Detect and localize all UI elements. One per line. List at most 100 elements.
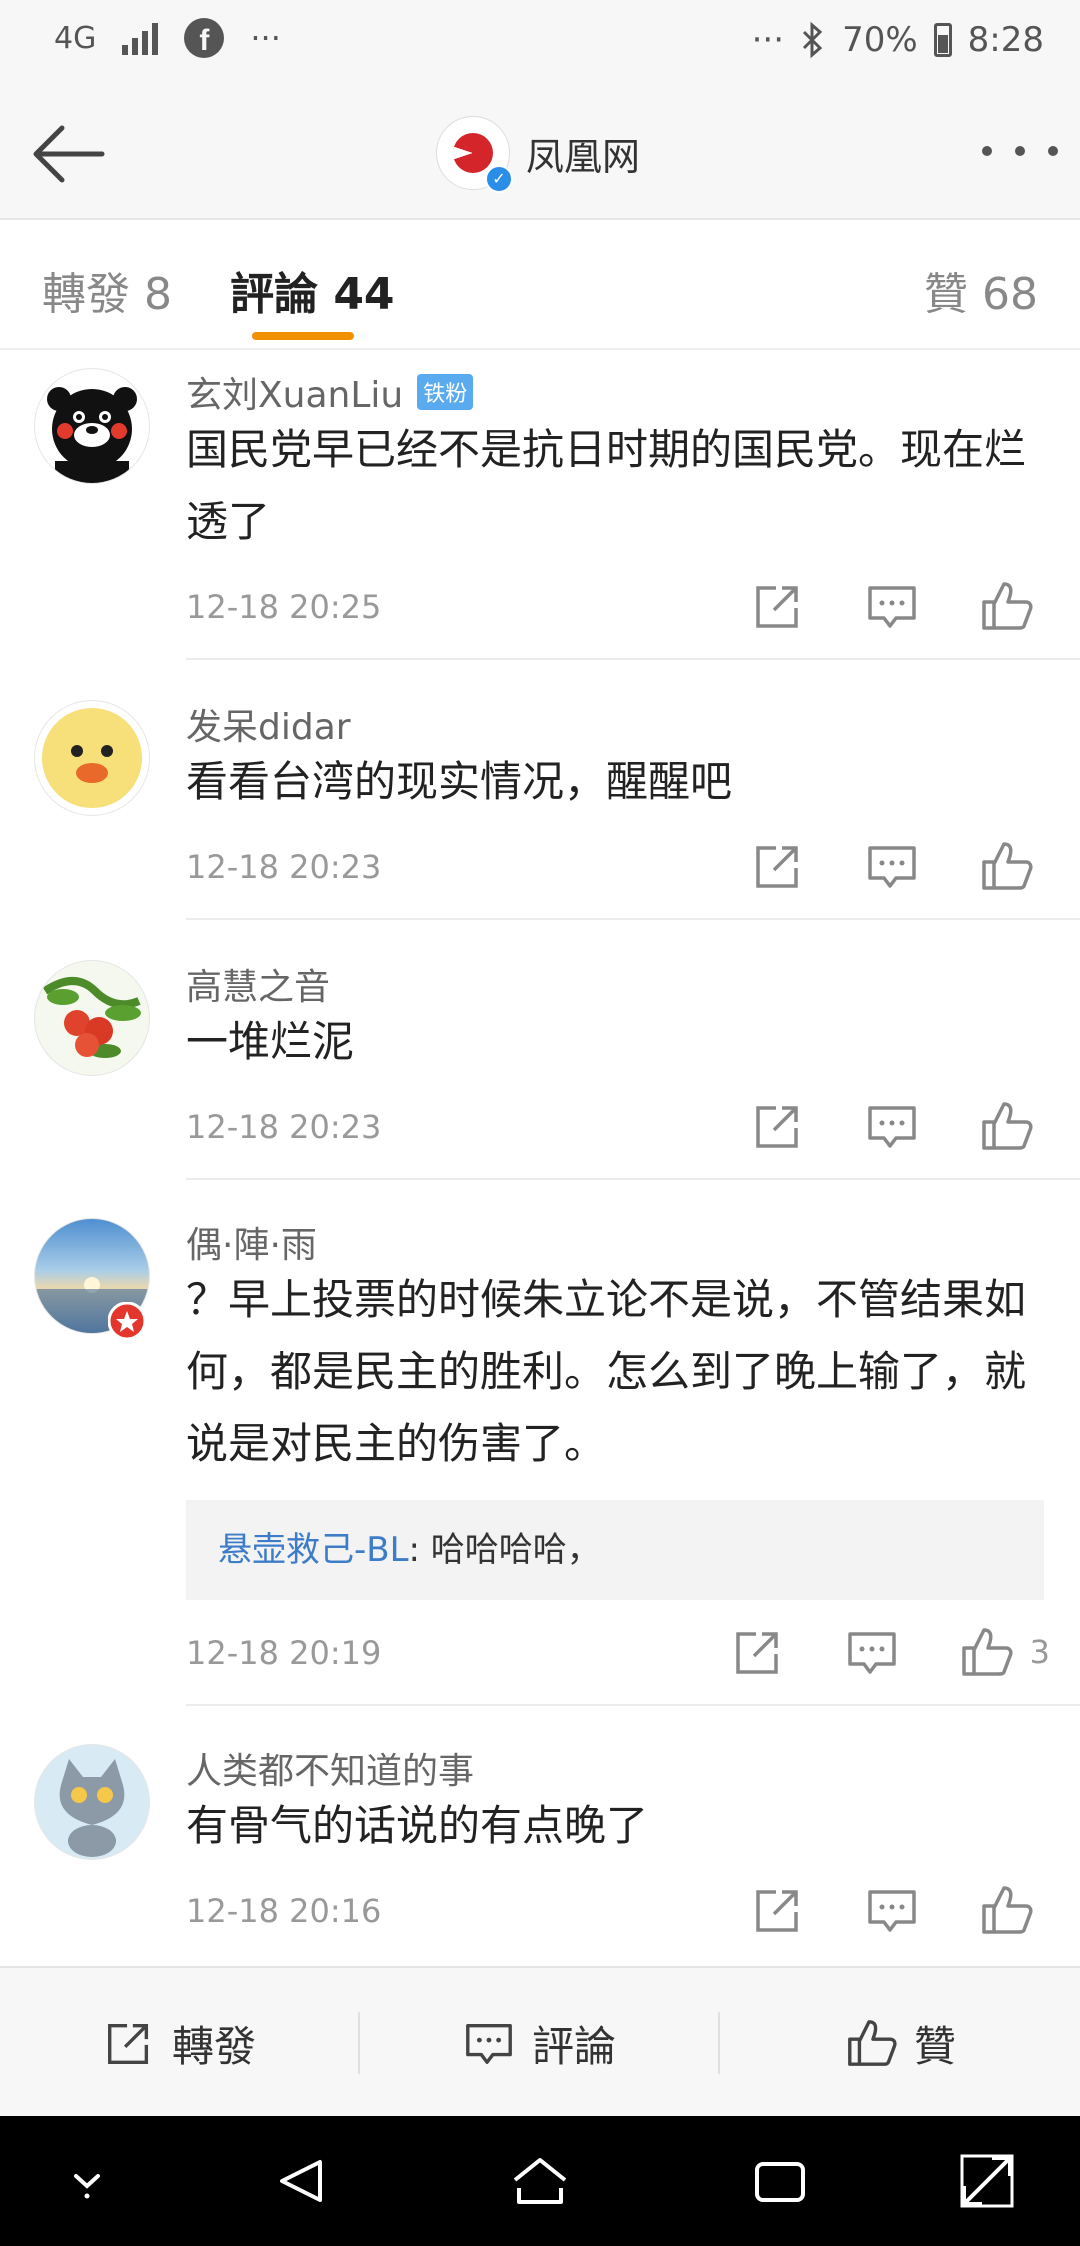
tab-reposts[interactable]: 轉發 8 xyxy=(42,258,172,322)
more-dot-icon xyxy=(1048,146,1058,156)
share-icon[interactable] xyxy=(750,1882,806,1938)
share-icon[interactable] xyxy=(750,578,806,634)
username-text[interactable]: 偶·陣·雨 xyxy=(186,1216,317,1268)
thumbs-up-icon xyxy=(982,842,1033,890)
tomato-plant-avatar-icon xyxy=(42,977,141,1058)
repost-button[interactable]: 轉發 xyxy=(0,1968,358,2118)
like-button[interactable] xyxy=(978,838,1050,894)
comment-text: ？早上投票的时候朱立论不是说，不管结果如何，都是民主的胜利。怎么到了晚上输了，就… xyxy=(186,1275,1027,1468)
thumbs-up-icon xyxy=(982,1102,1033,1150)
comment-icon[interactable] xyxy=(864,1882,920,1938)
user-badge-icon xyxy=(108,1302,146,1340)
comment-username[interactable]: 人类都不知道的事 xyxy=(186,1742,474,1794)
thumbs-up-icon xyxy=(848,2020,897,2066)
facebook-icon: f xyxy=(184,18,225,58)
reply-preview[interactable]: 悬壶救己-BL: 哈哈哈哈， xyxy=(186,1500,1044,1600)
like-button[interactable] xyxy=(978,1098,1050,1154)
4g-icon: 4G xyxy=(54,20,97,56)
username-text[interactable]: 发呆didar xyxy=(186,698,351,750)
more-status-icon: ··· xyxy=(751,20,785,60)
recent-apps-icon[interactable] xyxy=(745,2146,815,2216)
comment-icon[interactable] xyxy=(864,578,920,634)
cat-avatar-icon xyxy=(59,1759,125,1857)
fan-badge: 铁粉 xyxy=(417,374,474,410)
tab-bar: 轉發 8 評論 44 贊 68 xyxy=(0,220,1080,350)
home-icon[interactable] xyxy=(505,2146,575,2216)
like-count: 3 xyxy=(1029,1633,1050,1671)
comment-time: 12-18 20:19 xyxy=(186,1634,382,1672)
share-icon[interactable] xyxy=(750,838,806,894)
more-dot-icon xyxy=(982,146,992,156)
share-icon[interactable] xyxy=(750,1098,806,1154)
comment-time: 12-18 20:16 xyxy=(186,1892,382,1930)
like-button[interactable]: 3 xyxy=(958,1624,1050,1680)
repost-label: 轉發 xyxy=(171,2021,256,2071)
comment-divider xyxy=(186,1704,1080,1706)
reply-text: : 哈哈哈哈， xyxy=(408,1530,601,1570)
back-triangle-icon[interactable] xyxy=(266,2146,336,2216)
status-bar: 4G f ··· ··· 70% 8:28 xyxy=(0,0,1080,90)
signal-icon xyxy=(122,21,159,55)
phoenix-logo-icon xyxy=(453,133,493,173)
tab-comments[interactable]: 評論 44 xyxy=(230,258,395,322)
comment-icon[interactable] xyxy=(844,1624,900,1680)
account-avatar[interactable]: ✓ xyxy=(436,116,513,193)
bluetooth-icon xyxy=(803,22,823,58)
comment-username[interactable]: 高慧之音 xyxy=(186,958,330,1010)
comment-label: 評論 xyxy=(531,2021,616,2071)
thumbs-up-icon xyxy=(982,582,1033,630)
comment-icon[interactable] xyxy=(864,838,920,894)
account-title: 凤凰网 xyxy=(526,134,641,179)
bottom-action-bar: 轉發 評論 贊 xyxy=(0,1966,1080,2118)
bear-avatar-icon xyxy=(47,387,137,483)
like-label: 贊 xyxy=(913,2021,956,2071)
comment-username[interactable]: 玄刘XuanLiu 铁粉 xyxy=(186,366,474,418)
comment-text: 看看台湾的现实情况，醒醒吧 xyxy=(186,757,733,806)
comment-time: 12-18 20:23 xyxy=(186,848,382,886)
share-icon xyxy=(108,2023,149,2064)
tab-likes[interactable]: 贊 68 xyxy=(924,258,1038,322)
comment-item: 人类都不知道的事 有骨气的话说的有点晚了 12-18 20:16 xyxy=(0,1728,1080,1964)
username-text[interactable]: 人类都不知道的事 xyxy=(186,1742,474,1794)
comment-text: 一堆烂泥 xyxy=(186,1017,355,1066)
nav-bar: ✓ 凤凰网 xyxy=(0,90,1080,220)
comment-item: 高慧之音 一堆烂泥 12-18 20:23 xyxy=(0,944,1080,1180)
account-header[interactable]: ✓ 凤凰网 xyxy=(436,116,641,193)
username-text[interactable]: 高慧之音 xyxy=(186,958,330,1010)
comment-divider xyxy=(186,918,1080,920)
like-button[interactable] xyxy=(978,578,1050,634)
comment-button[interactable]: 評論 xyxy=(360,1968,718,2118)
like-button[interactable] xyxy=(978,1882,1050,1938)
battery-percent: 70% xyxy=(842,20,918,60)
avatar[interactable] xyxy=(34,700,150,816)
comment-time: 12-18 20:23 xyxy=(186,1108,382,1146)
back-arrow-icon xyxy=(33,125,105,183)
avatar[interactable] xyxy=(34,368,150,484)
like-post-button[interactable]: 贊 xyxy=(720,1968,1080,2118)
username-text[interactable]: 玄刘XuanLiu xyxy=(186,366,403,418)
comment-icon[interactable] xyxy=(864,1098,920,1154)
more-notifications-icon: ··· xyxy=(250,19,281,57)
active-tab-indicator xyxy=(252,332,354,340)
reply-username[interactable]: 悬壶救己-BL xyxy=(218,1530,409,1570)
more-options-button[interactable] xyxy=(982,126,1058,176)
hide-keyboard-icon[interactable] xyxy=(52,2146,122,2216)
more-dot-icon xyxy=(1015,146,1025,156)
comment-item: 玄刘XuanLiu 铁粉 国民党早已经不是抗日时期的国民党。现在烂透了 12-1… xyxy=(0,352,1080,660)
share-icon[interactable] xyxy=(730,1624,786,1680)
comment-text: 国民党早已经不是抗日时期的国民党。现在烂透了 xyxy=(186,425,1027,546)
expand-icon[interactable] xyxy=(952,2146,1022,2216)
thumbs-up-icon xyxy=(961,1628,1013,1676)
comment-item: 发呆didar 看看台湾的现实情况，醒醒吧 12-18 20:23 xyxy=(0,684,1080,920)
thumbs-up-icon xyxy=(982,1886,1033,1934)
clock: 8:28 xyxy=(967,20,1044,60)
comment-username[interactable]: 发呆didar xyxy=(186,698,351,750)
back-button[interactable] xyxy=(24,110,114,200)
avatar[interactable] xyxy=(34,1744,150,1860)
chick-avatar-icon xyxy=(42,708,142,808)
comment-text: 有骨气的话说的有点晚了 xyxy=(186,1801,649,1850)
comment-time: 12-18 20:25 xyxy=(186,588,382,626)
comment-item: 偶·陣·雨 ？早上投票的时候朱立论不是说，不管结果如何，都是民主的胜利。怎么到了… xyxy=(0,1202,1080,1706)
comment-username[interactable]: 偶·陣·雨 xyxy=(186,1216,317,1268)
avatar[interactable] xyxy=(34,960,150,1076)
